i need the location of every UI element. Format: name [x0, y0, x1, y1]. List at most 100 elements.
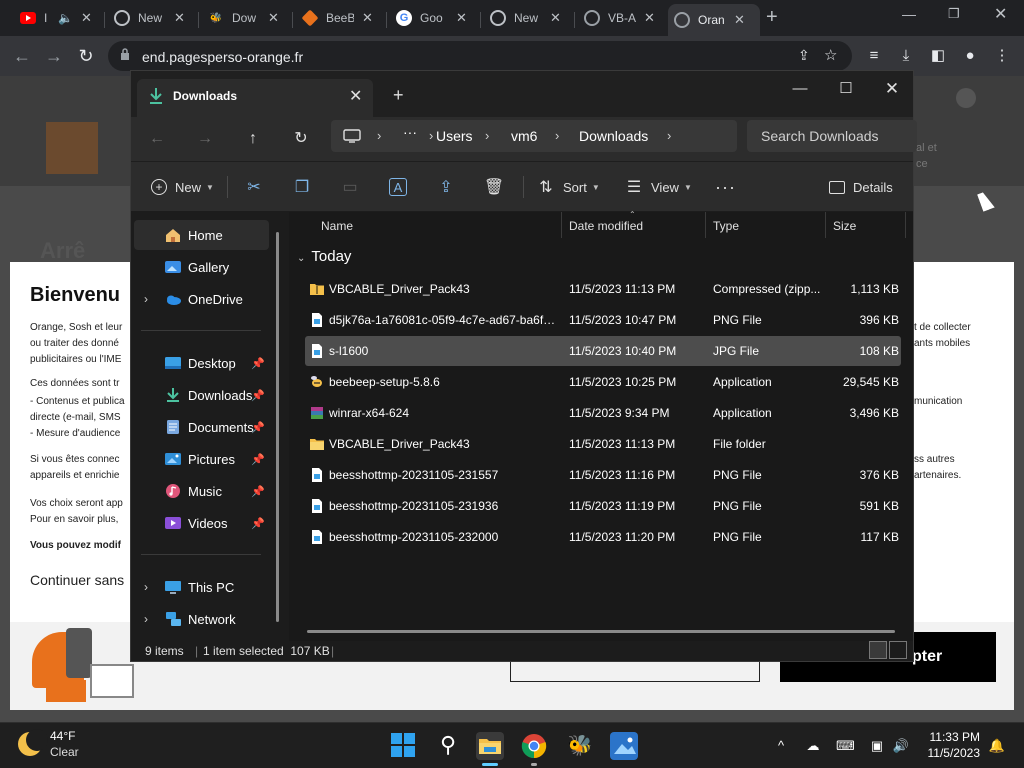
share-button[interactable]: ⇪ — [437, 174, 455, 200]
sidebar-item-documents[interactable]: Documents 📌 — [134, 412, 269, 442]
up-button[interactable]: ↑ — [241, 128, 265, 150]
clock-date[interactable]: 11/5/2023 — [928, 746, 981, 760]
restore-button[interactable]: ❐ — [948, 6, 960, 22]
close-window-button[interactable]: ✕ — [875, 75, 909, 103]
side-panel-icon[interactable]: ◧ — [928, 46, 948, 66]
sidebar-item-home[interactable]: Home — [134, 220, 269, 250]
rename-button[interactable]: A — [389, 174, 407, 200]
sidebar-item-pictures[interactable]: Pictures 📌 — [134, 444, 269, 474]
new-tab-button[interactable]: + — [766, 6, 778, 29]
back-button[interactable]: ← — [10, 44, 34, 68]
pin-icon[interactable]: 📌 — [251, 453, 265, 466]
new-tab-button[interactable]: + — [393, 85, 404, 106]
close-icon[interactable]: ✕ — [174, 10, 185, 26]
details-button[interactable]: Details — [829, 174, 893, 200]
sort-button[interactable]: ⇅ Sort ▼ — [537, 174, 599, 200]
file-row[interactable]: beesshottmp-20231105-231936 11/5/2023 11:… — [305, 491, 901, 521]
file-explorer-taskbar-button[interactable] — [476, 732, 504, 766]
close-icon[interactable]: ✕ — [644, 10, 655, 26]
tab-youtube[interactable]: I 🔈 ✕ — [14, 4, 100, 32]
sidebar-item-music[interactable]: Music 📌 — [134, 476, 269, 506]
weather-desc[interactable]: Clear — [50, 745, 79, 759]
weather-temp[interactable]: 44°F — [50, 729, 75, 743]
display-icon[interactable]: ▣ — [868, 737, 886, 755]
photos-taskbar-button[interactable] — [610, 732, 638, 760]
continue-link[interactable]: Continuer sans — [30, 572, 124, 588]
forward-button[interactable]: → — [42, 44, 66, 68]
file-row[interactable]: beesshottmp-20231105-231557 11/5/2023 11:… — [305, 460, 901, 490]
pin-icon[interactable]: 📌 — [251, 485, 265, 498]
forward-button[interactable]: → — [193, 128, 217, 150]
back-button[interactable]: ← — [145, 128, 169, 150]
file-row[interactable]: beesshottmp-20231105-232000 11/5/2023 11:… — [305, 522, 901, 552]
column-header-date[interactable]: Date modified — [569, 219, 643, 233]
share-icon[interactable]: ⇪ — [798, 47, 810, 64]
close-window-button[interactable]: ✕ — [994, 4, 1007, 24]
star-icon[interactable]: ☆ — [824, 46, 837, 64]
column-header-type[interactable]: Type — [713, 219, 739, 233]
breadcrumb-users[interactable]: Users — [436, 128, 473, 144]
cut-button[interactable]: ✂ — [245, 174, 263, 200]
sidebar-item-gallery[interactable]: Gallery — [134, 252, 269, 282]
chevron-right-icon[interactable]: › — [144, 580, 148, 594]
close-icon[interactable]: ✕ — [81, 10, 92, 26]
network-off-icon[interactable]: ☁ — [804, 737, 822, 755]
pin-icon[interactable]: 📌 — [251, 421, 265, 434]
help-icon[interactable] — [956, 88, 976, 108]
tab-beebeep[interactable]: BeeB ✕ — [296, 4, 382, 32]
chevron-right-icon[interactable]: › — [144, 292, 148, 306]
clock-time[interactable]: 11:33 PM — [930, 730, 980, 744]
maximize-button[interactable]: ☐ — [829, 75, 863, 103]
chevron-up-icon[interactable]: ^ — [772, 737, 790, 755]
close-icon[interactable]: ✕ — [268, 10, 279, 26]
refresh-button[interactable]: ↻ — [289, 128, 313, 150]
paste-button[interactable]: ▭ — [341, 174, 359, 200]
sidebar-item-videos[interactable]: Videos 📌 — [134, 508, 269, 538]
group-header-today[interactable]: ⌄ Today — [297, 248, 351, 265]
tab-google[interactable]: G Goo ✕ — [390, 4, 476, 32]
tiles-view-icon[interactable] — [889, 641, 907, 659]
more-options-button[interactable]: ··· — [715, 174, 736, 200]
breadcrumb[interactable]: › ··· › Users › vm6 › Downloads › — [331, 120, 737, 152]
moon-icon[interactable] — [18, 729, 48, 758]
menu-icon[interactable]: ⋮ — [992, 46, 1012, 66]
pin-icon[interactable]: 📌 — [251, 357, 265, 370]
column-header-size[interactable]: Size — [833, 219, 856, 233]
close-icon[interactable]: ✕ — [734, 12, 745, 28]
copy-button[interactable]: ❐ — [293, 174, 311, 200]
close-icon[interactable]: ✕ — [349, 86, 362, 106]
file-row[interactable]: winrar-x64-624 11/5/2023 9:34 PM Applicati… — [305, 398, 901, 428]
start-button[interactable] — [390, 732, 418, 760]
details-view-icon[interactable] — [869, 641, 887, 659]
tab-vb-audio[interactable]: VB-A ✕ — [578, 4, 664, 32]
tab-new-1[interactable]: New ✕ — [108, 4, 194, 32]
minimize-button[interactable]: — — [902, 6, 916, 22]
view-button[interactable]: ☰ View ▼ — [625, 174, 692, 200]
sidebar-item-onedrive[interactable]: › OneDrive — [134, 284, 269, 314]
ellipsis-icon[interactable]: ··· — [403, 124, 417, 140]
breadcrumb-vm6[interactable]: vm6 — [511, 128, 537, 144]
chevron-right-icon[interactable]: › — [144, 612, 148, 626]
file-row[interactable]: s-l1600 11/5/2023 10:40 PM JPG File 108 KB — [305, 336, 901, 366]
file-row[interactable]: beebeep-setup-5.8.6 11/5/2023 10:25 PM App… — [305, 367, 901, 397]
file-row[interactable]: d5jk76a-1a76081c-05f9-4c7e-ad67-ba6f5...… — [305, 305, 901, 335]
column-header-name[interactable]: Name — [321, 219, 353, 233]
tab-new-2[interactable]: New ✕ — [484, 4, 570, 32]
new-button[interactable]: + New ▼ — [151, 174, 214, 200]
sidebar-scrollbar[interactable] — [276, 232, 279, 622]
sidebar-item-desktop[interactable]: Desktop 📌 — [134, 348, 269, 378]
search-button[interactable]: ⚲ — [434, 732, 462, 760]
explorer-tab-downloads[interactable]: Downloads ✕ — [137, 79, 373, 117]
breadcrumb-downloads[interactable]: Downloads — [579, 128, 648, 144]
reload-button[interactable]: ↻ — [74, 44, 98, 68]
file-row[interactable]: VBCABLE_Driver_Pack43 11/5/2023 11:13 PM C… — [305, 274, 901, 304]
close-icon[interactable]: ✕ — [362, 10, 373, 26]
delete-button[interactable]: 🗑 — [484, 174, 504, 200]
sidebar-item-network[interactable]: › Network — [134, 604, 269, 634]
close-icon[interactable]: ✕ — [456, 10, 467, 26]
sidebar-item-this-pc[interactable]: › This PC — [134, 572, 269, 602]
profile-icon[interactable]: ● — [960, 46, 980, 66]
minimize-button[interactable]: — — [783, 75, 817, 103]
tab-downloads[interactable]: 🐝 Dow ✕ — [202, 4, 288, 32]
media-icon[interactable]: ≡ — [864, 46, 884, 66]
